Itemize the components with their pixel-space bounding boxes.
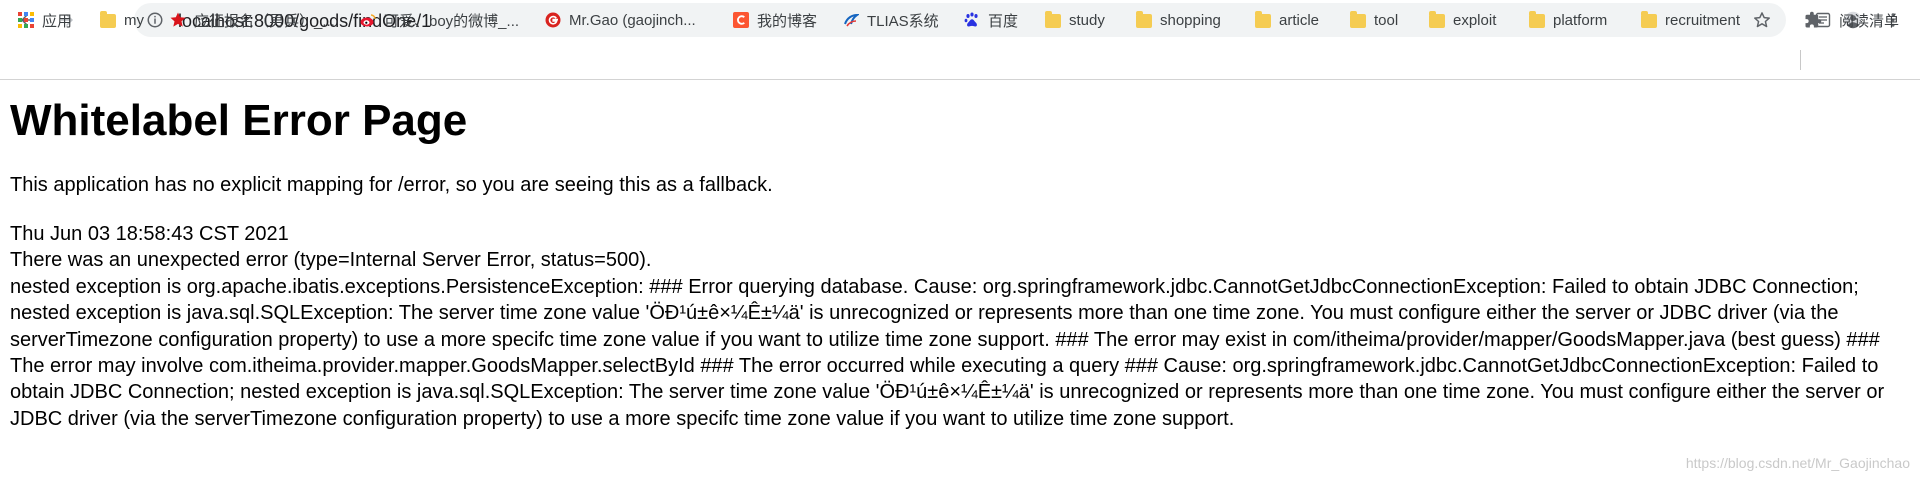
folder-icon (1429, 10, 1445, 28)
bookmark-folder-recruitment[interactable]: recruitment (1641, 9, 1740, 31)
info-circle-icon[interactable] (146, 11, 164, 29)
reading-list-label: 阅读清单 (1839, 12, 1900, 30)
reading-list-button[interactable]: 阅读清单 (1815, 9, 1899, 31)
bookmark-baidu[interactable]: 百度 (964, 9, 1018, 31)
bookmarks-divider (1800, 50, 1801, 70)
bookmark-folder-platform[interactable]: platform (1529, 9, 1607, 31)
bookmark-folder-article[interactable]: article (1255, 9, 1319, 31)
page-title: Whitelabel Error Page (10, 96, 468, 145)
bookmark-label: my (124, 11, 144, 29)
folder-icon (1641, 10, 1657, 28)
bookmark-github-gao[interactable]: Mr.Gao (gaojinch... (545, 9, 696, 31)
watermark: https://blog.csdn.net/Mr_Gaojinchao (1685, 455, 1910, 471)
bookmark-label: recruitment (1665, 11, 1741, 29)
github-g-icon (545, 12, 561, 28)
bookmark-label: exploit (1453, 11, 1497, 29)
star-icon[interactable] (1752, 10, 1772, 30)
red-star-icon (170, 12, 186, 27)
csdn-c-icon (733, 12, 749, 28)
bookmark-label: 可爱、boy的微博_... (384, 12, 520, 30)
folder-icon (100, 10, 116, 28)
bookmark-folder-study[interactable]: study (1045, 9, 1105, 31)
bookmark-folder-shopping[interactable]: shopping (1136, 9, 1221, 31)
bookmark-label: tool (1374, 11, 1399, 29)
error-status-line: There was an unexpected error (type=Inte… (10, 249, 652, 272)
bookmark-label: platform (1553, 11, 1608, 29)
bookmark-label: Mr.Gao (gaojinch... (569, 11, 696, 29)
bookmark-recruit-signup[interactable]: 应征报名（男兵）_... (170, 9, 335, 31)
folder-icon (1529, 10, 1545, 28)
error-description: This application has no explicit mapping… (10, 174, 773, 196)
folder-icon (1255, 10, 1271, 28)
bookmark-tlias[interactable]: TLIAS系统 (843, 9, 939, 31)
bookmark-label: TLIAS系统 (867, 12, 939, 30)
error-details: Thu Jun 03 18:58:43 CST 2021 There was a… (10, 221, 1910, 432)
bookmark-label: article (1279, 11, 1320, 29)
bookmark-label: 我的博客 (757, 12, 818, 30)
error-timestamp: Thu Jun 03 18:58:43 CST 2021 (10, 223, 289, 245)
bookmark-label: 应征报名（男兵）_... (194, 12, 335, 30)
folder-icon (1045, 10, 1061, 28)
bookmark-label: 百度 (988, 12, 1019, 30)
bookmarks-bar (0, 40, 1920, 80)
bookmark-apps[interactable]: 应用 (18, 9, 72, 31)
error-message: nested exception is org.apache.ibatis.ex… (10, 275, 1885, 430)
bookmark-label: shopping (1160, 11, 1221, 29)
tlias-icon (844, 13, 859, 27)
folder-icon (1350, 10, 1366, 28)
folder-icon (1136, 10, 1152, 28)
bookmark-folder-tool[interactable]: tool (1350, 9, 1398, 31)
bookmark-folder-my[interactable]: my (100, 9, 144, 31)
apps-grid-icon (18, 12, 34, 28)
bookmark-folder-exploit[interactable]: exploit (1429, 9, 1496, 31)
bookmark-weibo[interactable]: 可爱、boy的微博_... (360, 9, 519, 31)
bookmark-my-blog[interactable]: 我的博客 (733, 9, 817, 31)
bookmark-label: study (1069, 11, 1105, 29)
bookmark-label: 应用 (42, 12, 73, 30)
baidu-paw-icon (964, 12, 978, 27)
reading-list-icon (1815, 12, 1831, 28)
weibo-icon (360, 14, 376, 27)
